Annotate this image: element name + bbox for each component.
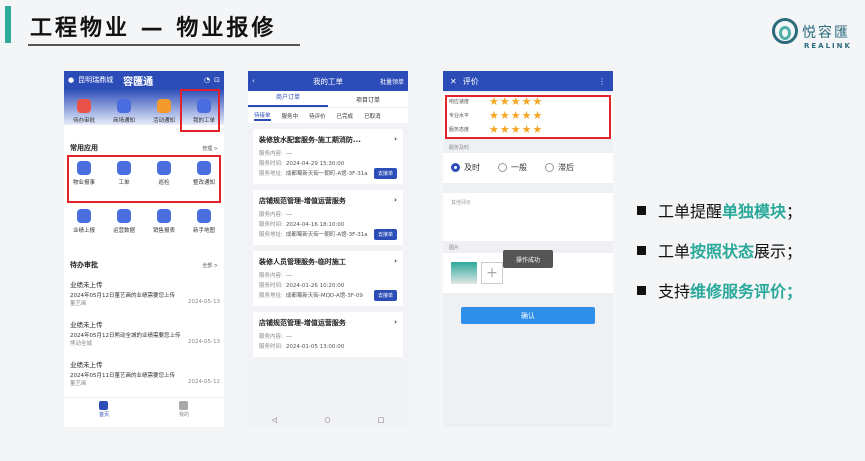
workorder-card[interactable]: 装修放水配套服务-施工期消防... › 服务内容: --- 服务时间: 2024-04…	[253, 129, 403, 184]
chart-icon	[157, 209, 171, 223]
shortcut-mall-notice[interactable]: 商场通知	[106, 97, 142, 124]
approval-item[interactable]: 业绩未上传 2024年05月12日董艺画的业绩需要您上传 董艺画 2024-05-…	[70, 279, 220, 307]
tab-project-orders[interactable]: 项目订单	[328, 95, 408, 104]
bullet-point: 支持 维修服务评价；	[637, 278, 802, 302]
location-name[interactable]: 昆明瑞鼎城	[78, 75, 113, 85]
shortcut-activity-notice[interactable]: 活动通知	[146, 97, 182, 124]
location-pin-icon: ●	[68, 76, 75, 84]
app-beginner-map[interactable]: 新手地图	[186, 207, 222, 234]
chevron-right-icon: ›	[394, 257, 397, 265]
workorder-card[interactable]: 装修人员管理服务-临时施工 › 服务内容: --- 服务时间: 2024-01-26 …	[253, 251, 403, 306]
workorder-card[interactable]: 店铺规范管理-增值运营服务 › 服务内容: --- 服务时间: 2024-01-05 …	[253, 312, 403, 357]
status-tab-in-service[interactable]: 服务中	[282, 112, 299, 120]
phone-home-screen: ● 昆明瑞鼎城 容匯通 ◔ ⊡ 待办审批 商场通知 活动通知 我的工单 常用应用…	[64, 71, 224, 427]
common-apps-manage[interactable]: 管理 >	[202, 145, 218, 152]
logo-text-cn: 悦容匯	[802, 25, 850, 41]
pending-approval-title: 待办审批	[70, 261, 98, 269]
app-sales-upload[interactable]: 业绩上报	[66, 207, 102, 234]
tab-merchant-orders[interactable]: 商户订单	[248, 91, 328, 107]
phone-workorder-list: ‹ 我的工单 批量领单 商户订单 项目订单 待接单 服务中 待评价 已完成 已取…	[248, 71, 408, 427]
common-apps-title: 常用应用	[70, 144, 98, 152]
confirm-button[interactable]: 确认	[461, 307, 595, 324]
workorder-header: ‹ 我的工单 批量领单	[248, 71, 408, 91]
more-vertical-icon[interactable]: ⋮	[598, 77, 606, 86]
logo-ring-inner-icon	[779, 26, 791, 40]
data-icon	[117, 209, 131, 223]
realink-logo: 悦容匯 REALINK	[772, 18, 852, 64]
bullet-square-icon	[637, 245, 646, 255]
close-icon[interactable]: ✕	[450, 77, 457, 86]
chevron-right-icon: ›	[394, 196, 397, 204]
activity-icon	[157, 99, 171, 113]
claim-order-button[interactable]: 去接单	[373, 229, 397, 240]
photo-label: 图片	[449, 245, 460, 251]
status-tab-to-review[interactable]: 待评价	[309, 112, 326, 120]
scan-icon[interactable]: ⊡	[214, 76, 220, 84]
app-ops-data[interactable]: 运营数据	[106, 207, 142, 234]
chevron-right-icon: ›	[394, 318, 397, 326]
phone-review-screen: ✕ 评价 ⋮ 响应速度 ★★★★★ 专业水平 ★★★★★ 服务态度 ★★★★★ 服务及…	[443, 71, 613, 427]
highlight-box-my-workorder	[180, 89, 220, 132]
add-photo-button[interactable]: +	[481, 262, 503, 284]
bottom-tabbar: 首页 我的	[64, 397, 224, 427]
review-title: 评价	[462, 76, 479, 86]
workorder-card[interactable]: 店铺规范管理-增值运营服务 › 服务内容: --- 服务时间: 2024-04-16 …	[253, 190, 403, 245]
status-tab-cancelled[interactable]: 已取消	[364, 112, 381, 120]
bell-icon[interactable]: ◔	[204, 76, 210, 84]
app-name: 容匯通	[123, 76, 154, 88]
timeliness-options: 及时 一般 滞后	[443, 153, 613, 183]
title-accent-bar	[5, 6, 11, 43]
app-sales-report[interactable]: 销售报表	[146, 207, 182, 234]
status-tab-completed[interactable]: 已完成	[337, 112, 354, 120]
highlight-box-common-apps	[67, 155, 221, 203]
user-icon	[179, 401, 189, 410]
title-underline	[28, 44, 300, 46]
notice-icon	[117, 99, 131, 113]
order-type-tabs: 商户订单 项目订单	[248, 91, 408, 107]
chevron-right-icon: ›	[394, 135, 397, 143]
nav-home-icon[interactable]: ○	[324, 416, 330, 424]
home-icon	[99, 401, 109, 410]
uploaded-photo-thumbnail[interactable]	[451, 262, 477, 284]
pending-approval-all[interactable]: 全部 >	[202, 262, 218, 269]
claim-order-button[interactable]: 去接单	[373, 290, 397, 301]
approval-item[interactable]: 业绩未上传 2024年05月12日熊动全城的业绩需要您上传 熊动全城 2024-0…	[70, 319, 220, 347]
nav-back-icon[interactable]: ◁	[272, 416, 277, 424]
shortcut-pending-approval[interactable]: 待办审批	[66, 97, 102, 124]
tab-mine[interactable]: 我的	[179, 401, 189, 427]
radio-normal[interactable]	[498, 163, 507, 172]
review-header: ✕ 评价 ⋮	[443, 71, 613, 91]
approval-item[interactable]: 业绩未上传 2024年05月11日董艺画的业绩需要您上传 董艺画 2024-05-…	[70, 359, 220, 387]
common-apps-row2: 业绩上报 运营数据 销售报表 新手地图	[64, 207, 224, 234]
bullet-square-icon	[637, 205, 646, 215]
bullet-square-icon	[637, 285, 646, 295]
approval-icon	[77, 99, 91, 113]
highlight-box-ratings	[445, 95, 611, 139]
timeliness-label: 服务及时	[449, 145, 470, 151]
upload-icon	[77, 209, 91, 223]
radio-timely[interactable]	[451, 163, 460, 172]
bullet-point: 工单提醒 单独模块；	[637, 198, 802, 222]
radio-delayed[interactable]	[545, 163, 554, 172]
tab-home[interactable]: 首页	[99, 401, 109, 427]
system-navbar: ◁ ○ □	[248, 413, 408, 427]
status-tab-pending[interactable]: 待接单	[254, 111, 271, 121]
claim-order-button[interactable]: 去接单	[373, 168, 397, 179]
bullet-point: 工单 按照状态 展示；	[637, 238, 802, 262]
comment-textarea[interactable]: 其他评价	[443, 193, 613, 241]
logo-text-en: REALINK	[804, 42, 852, 50]
success-toast: 操作成功	[503, 250, 553, 268]
batch-claim-button[interactable]: 批量领单	[380, 77, 404, 86]
map-icon	[197, 209, 211, 223]
status-tabs: 待接单 服务中 待评价 已完成 已取消	[248, 107, 408, 123]
nav-recent-icon[interactable]: □	[378, 416, 385, 424]
home-header: ● 昆明瑞鼎城 容匯通 ◔ ⊡	[64, 71, 224, 89]
slide-title: 工程物业 — 物业报修	[30, 16, 277, 41]
